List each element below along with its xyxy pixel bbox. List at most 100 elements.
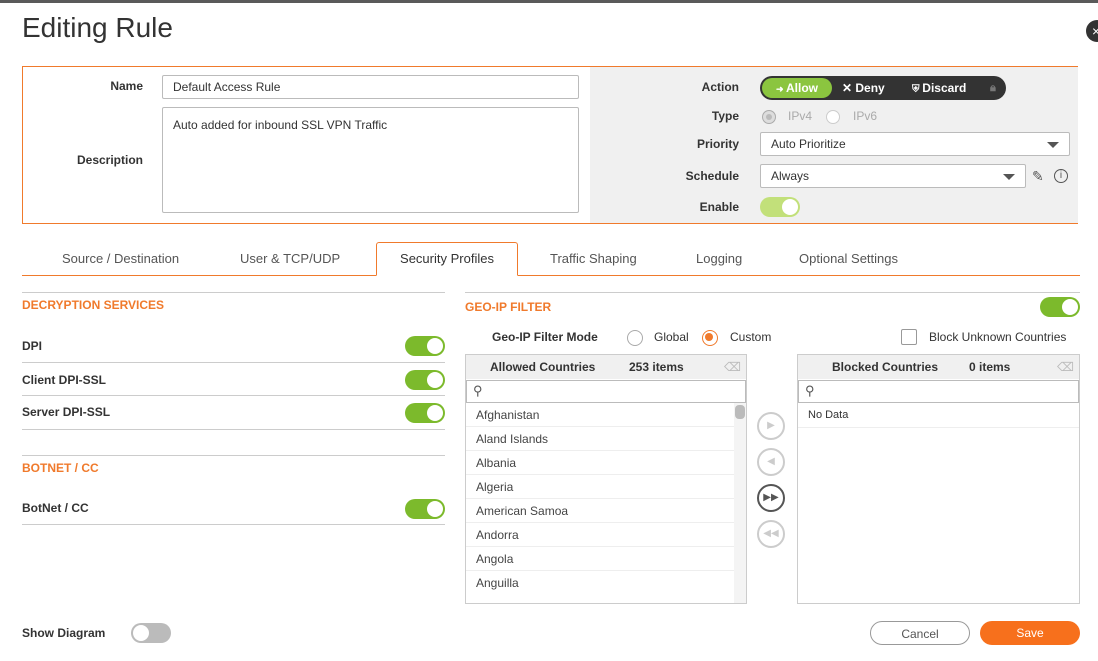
blocked-search-input[interactable]: ⚲ bbox=[798, 380, 1079, 403]
fast-forward-icon: ▶▶ bbox=[763, 492, 779, 503]
enable-toggle[interactable] bbox=[760, 197, 800, 217]
divider bbox=[22, 362, 445, 363]
client-dpi-ssl-toggle[interactable] bbox=[405, 370, 445, 390]
action-label: Action bbox=[701, 80, 739, 94]
list-item[interactable]: Afghanistan bbox=[466, 403, 734, 427]
scrollbar-thumb[interactable] bbox=[735, 405, 745, 419]
action-deny-button[interactable]: ✕ Deny bbox=[842, 78, 885, 98]
mode-global-radio[interactable] bbox=[627, 330, 643, 346]
schedule-value: Always bbox=[771, 169, 810, 183]
dpi-toggle[interactable] bbox=[405, 336, 445, 356]
tab-traffic-shaping[interactable]: Traffic Shaping bbox=[550, 251, 637, 266]
blocked-countries-count: 0 items bbox=[969, 360, 1011, 374]
type-ipv6-label: IPv6 bbox=[853, 109, 878, 123]
list-item[interactable]: Andorra bbox=[466, 523, 734, 547]
list-item[interactable]: Aland Islands bbox=[466, 427, 734, 451]
botnet-cc-toggle[interactable] bbox=[405, 499, 445, 519]
list-item[interactable]: American Samoa bbox=[466, 499, 734, 523]
save-button[interactable]: Save bbox=[980, 621, 1080, 645]
play-left-icon: ◀ bbox=[767, 456, 775, 467]
type-ipv6-radio[interactable] bbox=[826, 110, 840, 124]
action-discard-button[interactable]: ⛨ Discard bbox=[912, 78, 966, 98]
description-label: Description bbox=[76, 153, 143, 167]
enable-label: Enable bbox=[699, 200, 739, 214]
show-diagram-label: Show Diagram bbox=[22, 626, 106, 640]
move-all-right-button[interactable]: ▶▶ bbox=[757, 484, 785, 512]
decryption-section-title: DECRYPTION SERVICES bbox=[22, 298, 165, 312]
divider bbox=[22, 455, 445, 456]
type-ipv4-radio[interactable] bbox=[762, 110, 776, 124]
server-dpi-ssl-toggle[interactable] bbox=[405, 403, 445, 423]
cancel-button[interactable]: Cancel bbox=[870, 621, 970, 645]
arrow-right-icon: ➜ bbox=[775, 84, 787, 94]
empty-state-text: No Data bbox=[808, 409, 849, 421]
geoip-toggle[interactable] bbox=[1040, 297, 1080, 317]
divider bbox=[22, 292, 445, 293]
action-selector: ➜ Allow ✕ Deny ⛨ Discard 🔒︎ bbox=[760, 76, 1006, 100]
botnet-section-title: BOTNET / CC bbox=[22, 461, 99, 475]
lock-icon: 🔒︎ bbox=[990, 82, 996, 94]
botnet-cc-label: BotNet / CC bbox=[22, 501, 89, 515]
name-label: Name bbox=[110, 79, 143, 93]
tab-user-tcp-udp[interactable]: User & TCP/UDP bbox=[240, 251, 340, 266]
geoip-section-title: GEO-IP FILTER bbox=[465, 300, 552, 314]
scrollbar[interactable] bbox=[734, 403, 746, 603]
search-icon: ⚲ bbox=[805, 383, 815, 398]
rewind-icon: ◀◀ bbox=[763, 528, 779, 539]
tabs-underline bbox=[22, 275, 1080, 276]
priority-label: Priority bbox=[696, 137, 739, 151]
rule-general-panel: Name Default Access Rule Description Aut… bbox=[22, 66, 1078, 224]
action-allow-label: Allow bbox=[786, 81, 819, 95]
search-icon: ⚲ bbox=[473, 383, 483, 398]
list-item[interactable]: Algeria bbox=[466, 475, 734, 499]
list-item[interactable]: Angola bbox=[466, 547, 734, 571]
allowed-search-input[interactable]: ⚲ bbox=[466, 380, 746, 403]
allowed-countries-count: 253 items bbox=[629, 360, 684, 374]
info-icon[interactable]: i bbox=[1054, 169, 1068, 183]
eraser-icon[interactable]: ⌫ bbox=[1057, 355, 1074, 379]
divider bbox=[22, 524, 445, 525]
show-diagram-toggle[interactable] bbox=[131, 623, 171, 643]
mode-global-label: Global bbox=[654, 330, 689, 344]
move-right-button[interactable]: ▶ bbox=[757, 412, 785, 440]
tab-security-profiles[interactable]: Security Profiles bbox=[376, 242, 518, 276]
move-left-button[interactable]: ◀ bbox=[757, 448, 785, 476]
close-button[interactable]: × bbox=[1086, 20, 1098, 42]
tab-logging[interactable]: Logging bbox=[696, 251, 742, 266]
move-all-left-button[interactable]: ◀◀ bbox=[757, 520, 785, 548]
pencil-icon[interactable]: ✎ bbox=[1032, 168, 1044, 185]
tab-optional-settings[interactable]: Optional Settings bbox=[799, 251, 898, 266]
action-discard-label: Discard bbox=[922, 81, 967, 95]
allowed-countries-title: Allowed Countries bbox=[490, 360, 596, 374]
blocked-countries-panel: Blocked Countries 0 items ⌫ ⚲ No Data bbox=[797, 354, 1080, 604]
tab-source-destination[interactable]: Source / Destination bbox=[62, 251, 179, 266]
name-input[interactable]: Default Access Rule bbox=[162, 75, 579, 99]
allowed-countries-panel: Allowed Countries 253 items ⌫ ⚲ Afghanis… bbox=[465, 354, 747, 604]
mode-custom-label: Custom bbox=[730, 330, 772, 344]
geoip-mode-label: Geo-IP Filter Mode bbox=[492, 330, 598, 344]
priority-select[interactable]: Auto Prioritize bbox=[760, 132, 1070, 156]
eraser-icon[interactable]: ⌫ bbox=[724, 355, 741, 379]
block-unknown-label: Block Unknown Countries bbox=[929, 330, 1067, 344]
divider bbox=[22, 395, 445, 396]
close-icon: × bbox=[1092, 23, 1098, 39]
server-dpi-ssl-label: Server DPI-SSL bbox=[22, 405, 111, 419]
description-textarea[interactable]: Auto added for inbound SSL VPN Traffic bbox=[162, 107, 579, 213]
list-item[interactable]: Anguilla bbox=[466, 571, 734, 595]
action-allow-button[interactable]: ➜ Allow bbox=[762, 78, 832, 98]
priority-value: Auto Prioritize bbox=[771, 137, 846, 151]
mode-custom-radio[interactable] bbox=[702, 330, 718, 346]
blocked-countries-title: Blocked Countries bbox=[832, 360, 939, 374]
block-unknown-checkbox[interactable] bbox=[901, 329, 917, 345]
divider bbox=[22, 429, 445, 430]
schedule-label: Schedule bbox=[685, 169, 739, 183]
window-top-bar bbox=[0, 0, 1098, 3]
list-item[interactable]: Albania bbox=[466, 451, 734, 475]
shield-check-icon: ⛨ bbox=[912, 84, 923, 95]
client-dpi-ssl-label: Client DPI-SSL bbox=[22, 373, 107, 387]
dialog-title: Editing Rule bbox=[22, 12, 173, 43]
chevron-down-icon bbox=[1047, 142, 1059, 148]
schedule-select[interactable]: Always bbox=[760, 164, 1026, 188]
blocked-countries-header: Blocked Countries 0 items ⌫ bbox=[798, 355, 1079, 379]
action-deny-label: Deny bbox=[855, 81, 885, 95]
